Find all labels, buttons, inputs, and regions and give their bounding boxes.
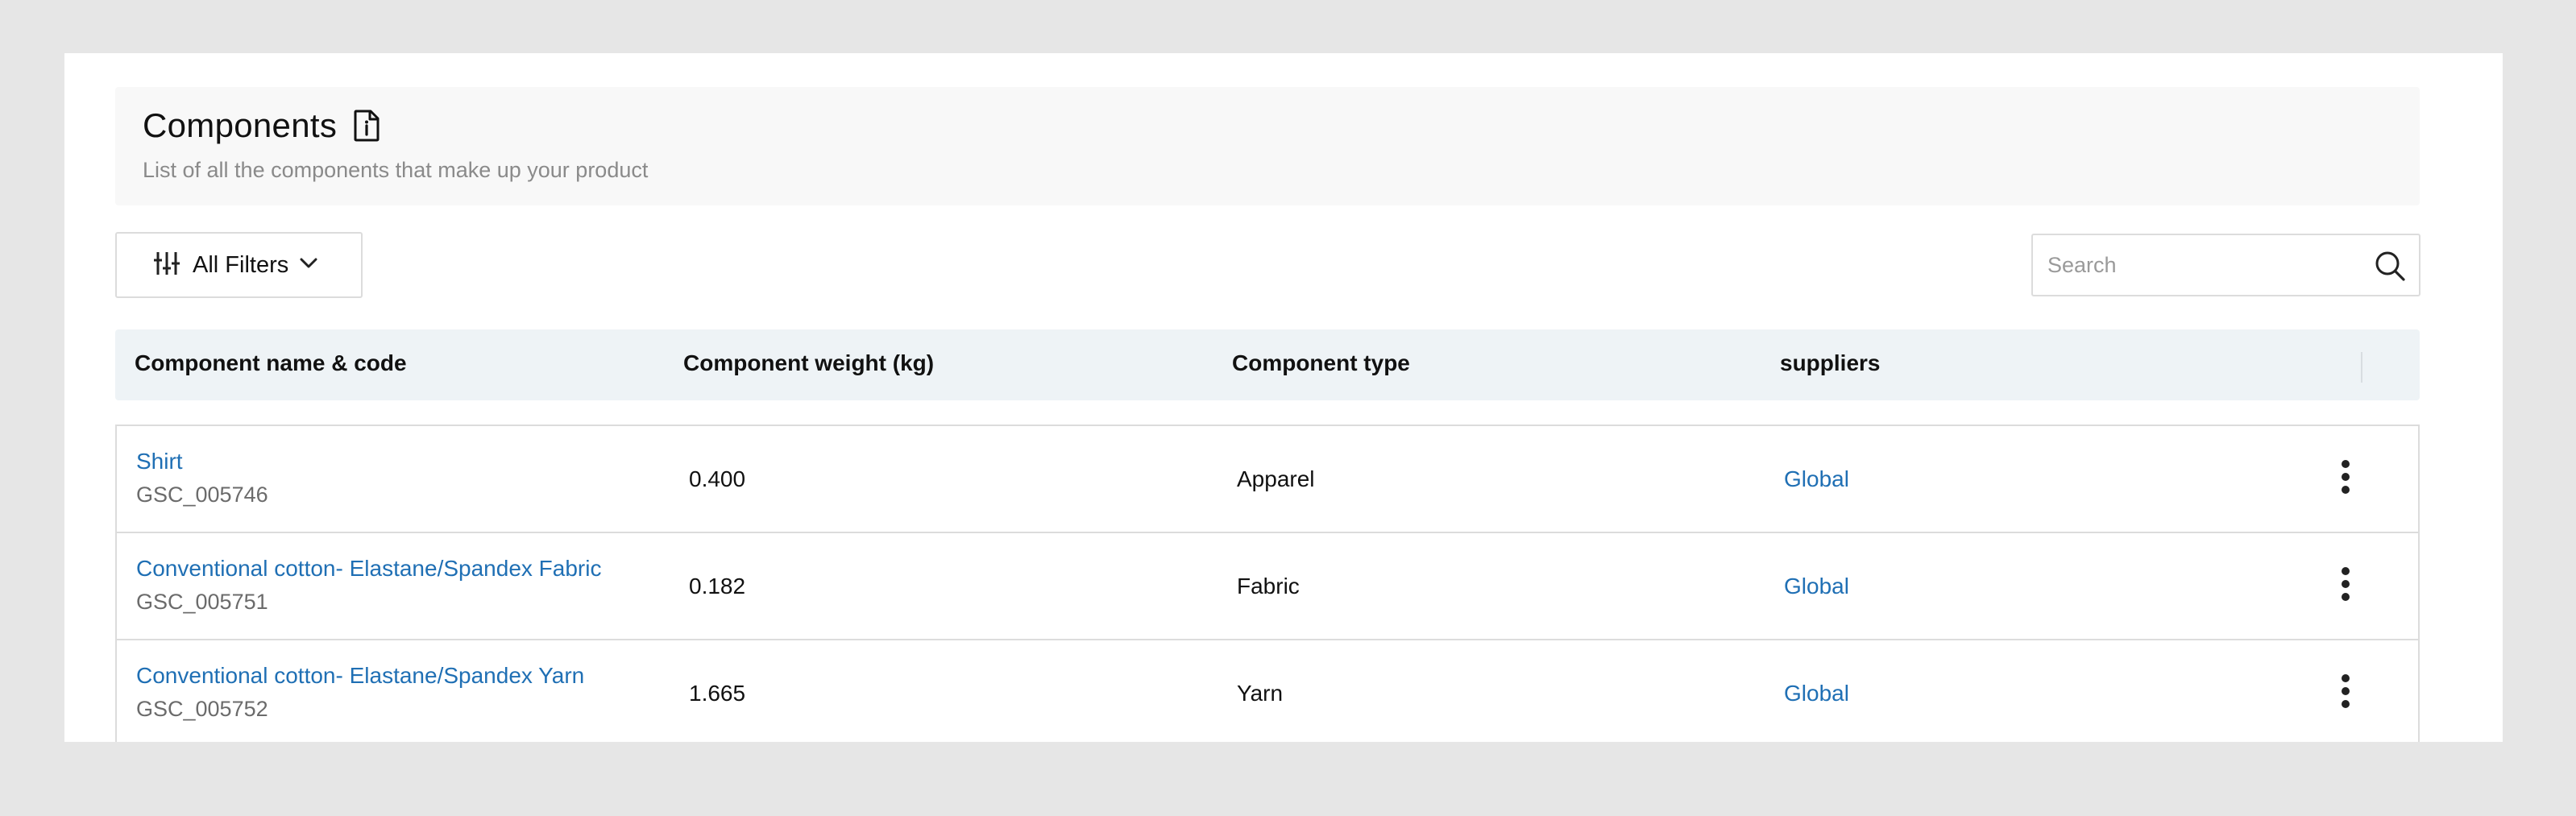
page-header: Components List of all the components th… [115,87,2420,205]
more-options-icon[interactable] [2337,460,2354,500]
all-filters-button[interactable]: All Filters [115,232,363,298]
supplier-link[interactable]: Global [1784,574,1849,599]
table-row: Conventional cotton- Elastane/Spandex Fa… [117,533,2418,640]
component-name-link[interactable]: Conventional cotton- Elastane/Spandex Ya… [136,663,584,689]
column-header-type[interactable]: Component type [1232,350,1410,376]
title-row: Components [143,106,380,145]
component-weight: 1.665 [689,681,746,706]
document-info-icon[interactable] [353,110,380,142]
all-filters-label: All Filters [193,251,289,278]
supplier-link[interactable]: Global [1784,681,1849,706]
sliders-icon [154,251,180,280]
search-input[interactable] [2047,246,2362,284]
component-weight: 0.182 [689,574,746,599]
component-code: GSC_005752 [136,697,268,721]
component-code: GSC_005746 [136,483,268,507]
component-type: Apparel [1237,466,1315,491]
supplier-link[interactable]: Global [1784,466,1849,492]
search-box [2031,234,2420,296]
page-title: Components [143,106,338,144]
component-type: Fabric [1237,574,1300,599]
component-code: GSC_005751 [136,590,268,614]
search-icon[interactable] [2374,250,2406,286]
column-header-name[interactable]: Component name & code [135,350,407,376]
table-row: Shirt GSC_005746 0.400 Apparel Global [117,426,2418,533]
more-options-icon[interactable] [2337,674,2354,715]
component-name-link[interactable]: Conventional cotton- Elastane/Spandex Fa… [136,556,601,582]
table-row: Conventional cotton- Elastane/Spandex Ya… [117,640,2418,742]
more-options-icon[interactable] [2337,567,2354,607]
table-header: Component name & code Component weight (… [115,329,2420,400]
chevron-down-icon [300,258,317,273]
column-divider [2361,352,2362,383]
table-body: Shirt GSC_005746 0.400 Apparel Global Co… [115,425,2420,742]
page-subtitle: List of all the components that make up … [143,158,649,182]
component-name-link[interactable]: Shirt [136,449,183,474]
components-card: Components List of all the components th… [64,53,2503,742]
component-weight: 0.400 [689,466,746,491]
column-header-suppliers[interactable]: suppliers [1780,350,1880,376]
column-header-weight[interactable]: Component weight (kg) [683,350,934,376]
component-type: Yarn [1237,681,1284,706]
